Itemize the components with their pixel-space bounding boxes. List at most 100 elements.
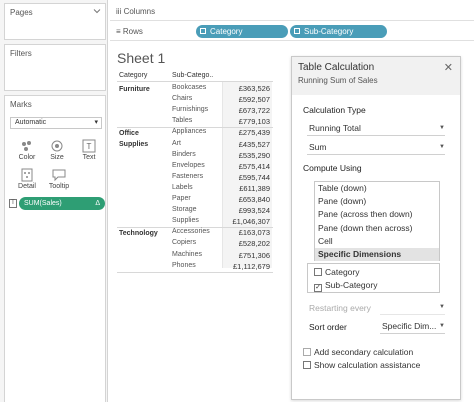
subcategory-cell[interactable]: Fasteners	[172, 173, 222, 180]
category-cell[interactable]: Office Supplies	[119, 128, 148, 150]
size-icon	[51, 140, 63, 152]
calculation-type-label: Calculation Type	[303, 105, 366, 115]
subcategory-cell[interactable]: Tables	[172, 117, 222, 124]
sort-order-value: Specific Dim...	[382, 321, 437, 331]
columns-shelf[interactable]: iii Columns	[110, 3, 474, 21]
sales-value-cell[interactable]: £673,722	[222, 106, 272, 115]
compute-option[interactable]: Pane (across then down)	[315, 208, 439, 221]
category-cell-line: Supplies	[119, 141, 149, 149]
category-cell[interactable]: Technology	[119, 228, 158, 239]
sum-sales-pill[interactable]: SUM(Sales) Δ	[19, 197, 105, 210]
subcategory-cell[interactable]: Supplies	[172, 217, 222, 224]
compute-using-list[interactable]: Table (down) Pane (down) Pane (across th…	[314, 181, 440, 262]
subcategory-cell[interactable]: Chairs	[172, 95, 222, 102]
sales-value-cell[interactable]: £779,103	[222, 117, 272, 126]
subcategory-cell[interactable]: Furnishings	[172, 106, 222, 113]
sales-value-cell[interactable]: £993,524	[222, 206, 272, 215]
subcategory-cell[interactable]: Labels	[172, 184, 222, 191]
compute-option[interactable]: Cell	[315, 235, 439, 248]
sales-value-cell[interactable]: £575,414	[222, 162, 272, 171]
sales-value-cell[interactable]: £653,840	[222, 195, 272, 204]
category-header[interactable]: Category	[119, 72, 147, 79]
chevron-down-icon[interactable]	[93, 7, 101, 15]
category-cell-line: Office	[119, 130, 139, 138]
size-button[interactable]: Size	[43, 137, 71, 165]
sort-order-dropdown[interactable]: Specific Dim... ▼	[380, 318, 445, 334]
color-button[interactable]: Color	[13, 137, 41, 165]
subcategory-checkbox[interactable]: ✓ Sub-Category	[314, 280, 377, 292]
mark-type-dropdown[interactable]: Automatic ▾	[10, 117, 102, 129]
dimension-icon	[200, 28, 206, 34]
color-label: Color	[18, 154, 36, 161]
dimensions-panel: Category ✓ Sub-Category	[307, 263, 440, 293]
subcategory-pill[interactable]: Sub-Category	[290, 25, 387, 38]
category-checkbox-label: Category	[325, 267, 360, 277]
category-pill-label: Category	[210, 27, 243, 36]
category-cell[interactable]: Furniture	[119, 84, 150, 95]
subcategory-cell[interactable]: Art	[172, 140, 222, 147]
dialog-subtitle: Running Sum of Sales	[298, 76, 378, 85]
compute-using-label: Compute Using	[303, 163, 362, 173]
compute-option[interactable]: Table (down)	[315, 182, 439, 195]
compute-option[interactable]: Pane (down)	[315, 195, 439, 208]
sales-value-cell[interactable]: £535,290	[222, 151, 272, 160]
subcategory-cell[interactable]: Machines	[172, 251, 222, 258]
columns-label-text: Columns	[123, 7, 156, 16]
chevron-down-icon: ▾	[94, 119, 98, 126]
sum-sales-label: SUM(Sales)	[24, 200, 62, 207]
columns-label: iii Columns	[116, 7, 155, 16]
filters-title: Filters	[10, 49, 32, 58]
subcategory-cell[interactable]: Phones	[172, 262, 222, 269]
marks-card: Marks Automatic ▾ Color Size T Text Deta…	[4, 95, 106, 402]
restarting-every-dropdown[interactable]: ▼	[380, 299, 445, 315]
subcategory-cell[interactable]: Copiers	[172, 239, 222, 246]
sales-value-cell[interactable]: £595,744	[222, 173, 272, 182]
calculation-assistance-label: Show calculation assistance	[314, 360, 421, 370]
detail-icon	[21, 168, 33, 182]
color-dots-icon	[22, 141, 31, 151]
sales-value-cell[interactable]: £363,526	[222, 84, 272, 93]
subcategory-cell[interactable]: Paper	[172, 195, 222, 202]
compute-option[interactable]: Pane (down then across)	[315, 222, 439, 235]
sales-value-cell[interactable]: £528,202	[222, 239, 272, 248]
dimension-icon	[294, 28, 300, 34]
subcategory-header[interactable]: Sub-Catego..	[172, 72, 213, 79]
pages-title: Pages	[10, 8, 33, 17]
text-button[interactable]: T Text	[75, 137, 103, 165]
sales-value-cell[interactable]: £1,112,679	[222, 262, 272, 271]
rows-shelf[interactable]: ≡ Rows Category Sub-Category	[110, 23, 474, 41]
secondary-calculation-label: Add secondary calculation	[314, 347, 414, 357]
compute-option-selected[interactable]: Specific Dimensions	[315, 247, 439, 262]
detail-button[interactable]: Detail	[13, 166, 41, 194]
sales-value-cell[interactable]: £611,389	[222, 184, 272, 193]
detail-label: Detail	[18, 183, 36, 190]
checkbox-icon	[303, 361, 311, 369]
subcategory-cell[interactable]: Accessories	[172, 228, 222, 235]
tooltip-button[interactable]: Tooltip	[43, 166, 75, 194]
sales-value-cell[interactable]: £435,527	[222, 140, 272, 149]
checkbox-icon	[303, 348, 311, 356]
category-checkbox[interactable]: Category	[314, 267, 360, 277]
sales-value-cell[interactable]: £275,439	[222, 128, 272, 137]
subcategory-cell[interactable]: Binders	[172, 151, 222, 158]
sales-value-cell[interactable]: £751,306	[222, 251, 272, 260]
calculation-type-dropdown[interactable]: Running Total ▼	[307, 120, 445, 136]
subcategory-cell[interactable]: Appliances	[172, 128, 222, 135]
close-icon[interactable]: ✕	[444, 61, 453, 74]
table-calculation-dialog: Table Calculation Running Sum of Sales ✕…	[291, 56, 461, 400]
left-panel: Pages Filters Marks Automatic ▾ Color Si…	[0, 0, 108, 402]
sales-value-cell[interactable]: £592,507	[222, 95, 272, 104]
subcategory-cell[interactable]: Bookcases	[172, 84, 222, 91]
sales-value-cell[interactable]: £1,046,307	[222, 217, 272, 226]
calculation-assistance-checkbox[interactable]: Show calculation assistance	[303, 360, 420, 370]
filters-card: Filters	[4, 44, 106, 91]
subcategory-cell[interactable]: Storage	[172, 206, 222, 213]
aggregation-dropdown[interactable]: Sum ▼	[307, 139, 445, 155]
subcategory-cell[interactable]: Envelopes	[172, 162, 222, 169]
secondary-calculation-checkbox[interactable]: Add secondary calculation	[303, 347, 413, 357]
sales-value-cell[interactable]: £163,073	[222, 228, 272, 237]
pages-card: Pages	[4, 3, 106, 40]
rows-label: ≡ Rows	[116, 27, 143, 36]
category-pill[interactable]: Category	[196, 25, 288, 38]
category-cell-line: Technology	[119, 230, 158, 238]
